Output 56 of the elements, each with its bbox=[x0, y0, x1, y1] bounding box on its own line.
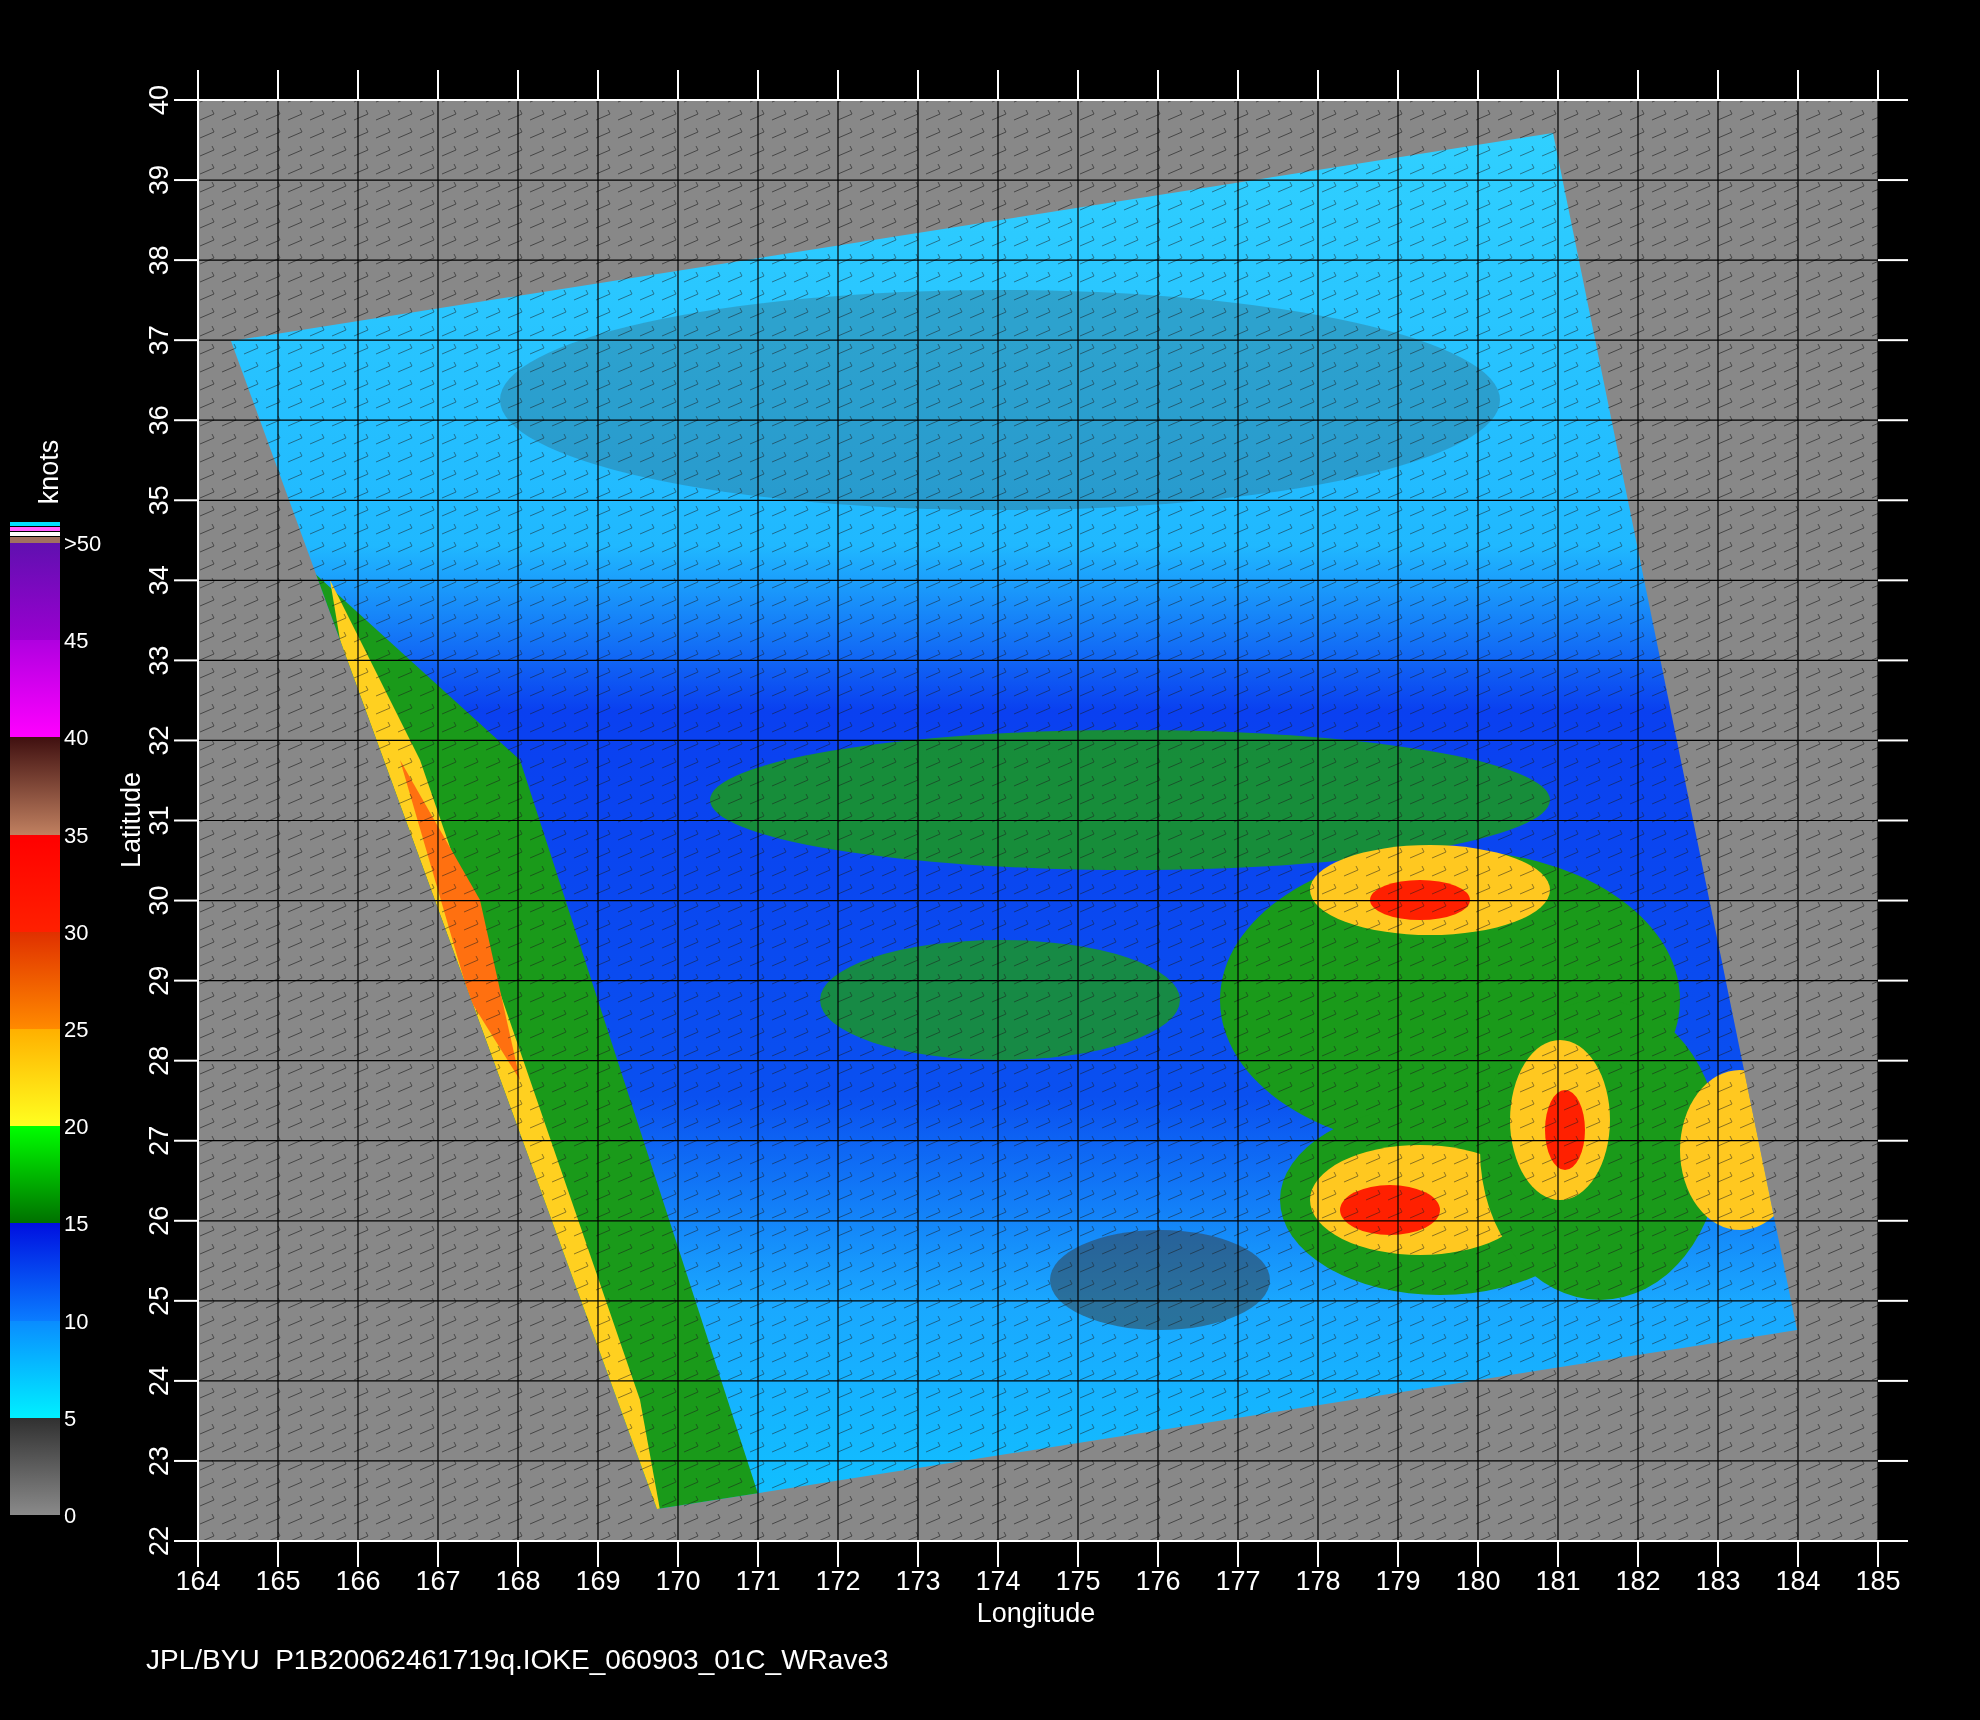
axis-tick-label: 165 bbox=[255, 1566, 301, 1596]
axis-tick-label: 164 bbox=[175, 1566, 221, 1596]
color-scale-label: 20 bbox=[64, 1114, 89, 1140]
color-scale-label: 35 bbox=[64, 822, 89, 848]
axis-tick-label: 179 bbox=[1375, 1566, 1421, 1596]
axis-tick-label: 181 bbox=[1535, 1566, 1581, 1596]
axis-tick-label: 29 bbox=[144, 965, 174, 996]
axis-tick-label: 32 bbox=[144, 725, 174, 756]
axis-tick-label: 177 bbox=[1215, 1566, 1261, 1596]
axis-tick-label: 176 bbox=[1135, 1566, 1181, 1596]
axis-tick-label: 173 bbox=[895, 1566, 941, 1596]
axis-tick-label: 174 bbox=[975, 1566, 1021, 1596]
axis-tick-label: 182 bbox=[1615, 1566, 1661, 1596]
axis-tick-label: 167 bbox=[415, 1566, 461, 1596]
axis-tick-label: 178 bbox=[1295, 1566, 1341, 1596]
axis-title: Longitude bbox=[976, 1598, 1096, 1628]
axis-tick-label: 28 bbox=[144, 1045, 174, 1076]
axis-tick-label: 26 bbox=[144, 1205, 174, 1236]
axis-tick-label: 170 bbox=[655, 1566, 701, 1596]
axis-tick-label: 184 bbox=[1775, 1566, 1821, 1596]
axis-tick-label: 39 bbox=[144, 165, 174, 196]
axis-tick-label: 166 bbox=[335, 1566, 381, 1596]
axis-tick-label: 33 bbox=[144, 645, 174, 676]
axis-tick-label: 24 bbox=[144, 1365, 174, 1396]
color-scale-label: >50 bbox=[64, 531, 102, 556]
color-scale-label: 45 bbox=[64, 628, 89, 654]
color-scale-label: 0 bbox=[64, 1503, 77, 1528]
axis-tick-label: 37 bbox=[144, 325, 174, 356]
axis-tick-label: 171 bbox=[735, 1566, 781, 1596]
color-scale-label: 15 bbox=[64, 1211, 89, 1237]
axis-tick-label: 40 bbox=[144, 85, 174, 115]
color-scale-label: 40 bbox=[64, 725, 89, 751]
axis-tick-label: 168 bbox=[495, 1566, 541, 1596]
axis-tick-label: 22 bbox=[144, 1526, 174, 1556]
axis-tick-label: 169 bbox=[575, 1566, 621, 1596]
axis-tick-label: 175 bbox=[1055, 1566, 1101, 1596]
axis-tick-label: 38 bbox=[144, 245, 174, 276]
axis-tick-label: 25 bbox=[144, 1285, 174, 1316]
axis-tick-label: 185 bbox=[1855, 1566, 1901, 1596]
color-scale-label: 30 bbox=[64, 919, 89, 945]
unit-label: knots bbox=[34, 439, 64, 505]
axis-title: Latitude bbox=[116, 771, 146, 869]
axis-tick-label: 30 bbox=[144, 885, 174, 916]
color-scale-label: 25 bbox=[64, 1017, 89, 1042]
color-scale-label: 5 bbox=[64, 1405, 77, 1431]
caption-text: JPL/BYU P1B20062461719q.IOKE_060903_01C_WRave3 bbox=[145, 1644, 889, 1676]
axis-tick-label: 23 bbox=[144, 1445, 174, 1476]
axis-tick-label: 180 bbox=[1455, 1566, 1501, 1596]
axis-tick-label: 27 bbox=[144, 1125, 174, 1156]
axis-tick-label: 34 bbox=[144, 565, 174, 596]
axis-tick-label: 35 bbox=[144, 485, 174, 516]
axis-tick-label: 172 bbox=[815, 1566, 861, 1596]
color-scale-label: 10 bbox=[64, 1308, 89, 1334]
axis-tick-label: 31 bbox=[144, 805, 174, 836]
axis-tick-label: 36 bbox=[144, 405, 174, 436]
axis-tick-label: 183 bbox=[1695, 1566, 1741, 1596]
